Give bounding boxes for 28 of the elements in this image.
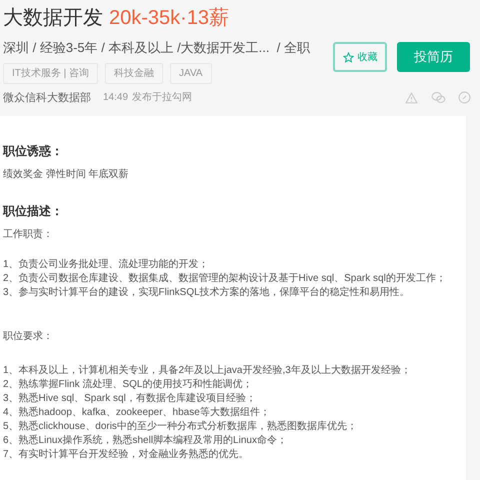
- description-line: 绩效奖金 弹性时间 年底双薪: [3, 168, 130, 182]
- description-line: 4、熟悉hadoop、kafka、zookeeper、hbase等大数据组件；: [3, 406, 271, 420]
- description-line: 2、熟练掌握Flink 流处理、SQL的使用技巧和性能调优；: [3, 378, 254, 392]
- description-line: 3、熟悉Hive sql、Spark sql，有数据仓库建设项目经验；: [3, 392, 257, 406]
- description-line: 1、负责公司业务批处理、流处理功能的开发；: [3, 258, 210, 272]
- warning-icon[interactable]: [405, 92, 418, 104]
- department: 微众信科大数据部: [3, 90, 91, 106]
- job-title: 大数据开发: [3, 6, 103, 31]
- subheading: 职位要求：: [3, 330, 54, 344]
- publish-time: 14:49: [103, 91, 128, 106]
- star-icon: [342, 52, 354, 62]
- section-heading: 职位描述：: [3, 203, 64, 220]
- description-line: 7、有实时计算平台开发经验，对金融业务熟悉的优先。: [3, 448, 250, 462]
- job-meta: 深圳 / 经验3-5年 / 本科及以上 /大数据开发工... / 全职: [3, 39, 311, 57]
- description-line: 1、本科及以上，计算机相关专业，具备2年及以上java开发经验,3年及以上大数据开发经验；: [3, 364, 412, 378]
- favorite-button[interactable]: 收藏: [333, 42, 387, 72]
- description-line: 5、熟悉clickhouse、doris中的至少一种分布式分析数据库，熟悉图数据库优先；: [3, 420, 358, 434]
- apply-button[interactable]: 投简历: [397, 42, 470, 72]
- description-line: 3、参与实时计算平台的建设，实现FlinkSQL技术方案的落地，保障平台的稳定性和易用性。: [3, 286, 411, 300]
- description-line: 6、熟悉Linux操作系统，熟悉shell脚本编程及常用的Linux命令；: [3, 434, 288, 448]
- publish-source: 发布于拉勾网: [132, 91, 192, 106]
- tag: IT技术服务 | 咨询: [3, 62, 98, 84]
- description-line: 工作职责：: [3, 228, 54, 242]
- tag: JAVA: [170, 62, 212, 84]
- section-heading: 职位诱惑：: [3, 143, 64, 160]
- salary: 20k-35k·13薪: [109, 6, 230, 31]
- description-line: 2、负责公司数据仓库建设、数据集成、数据管理的架构设计及基于Hive sql、Spark sql的开发工作；: [3, 272, 447, 286]
- tag: 科技金融: [105, 62, 164, 84]
